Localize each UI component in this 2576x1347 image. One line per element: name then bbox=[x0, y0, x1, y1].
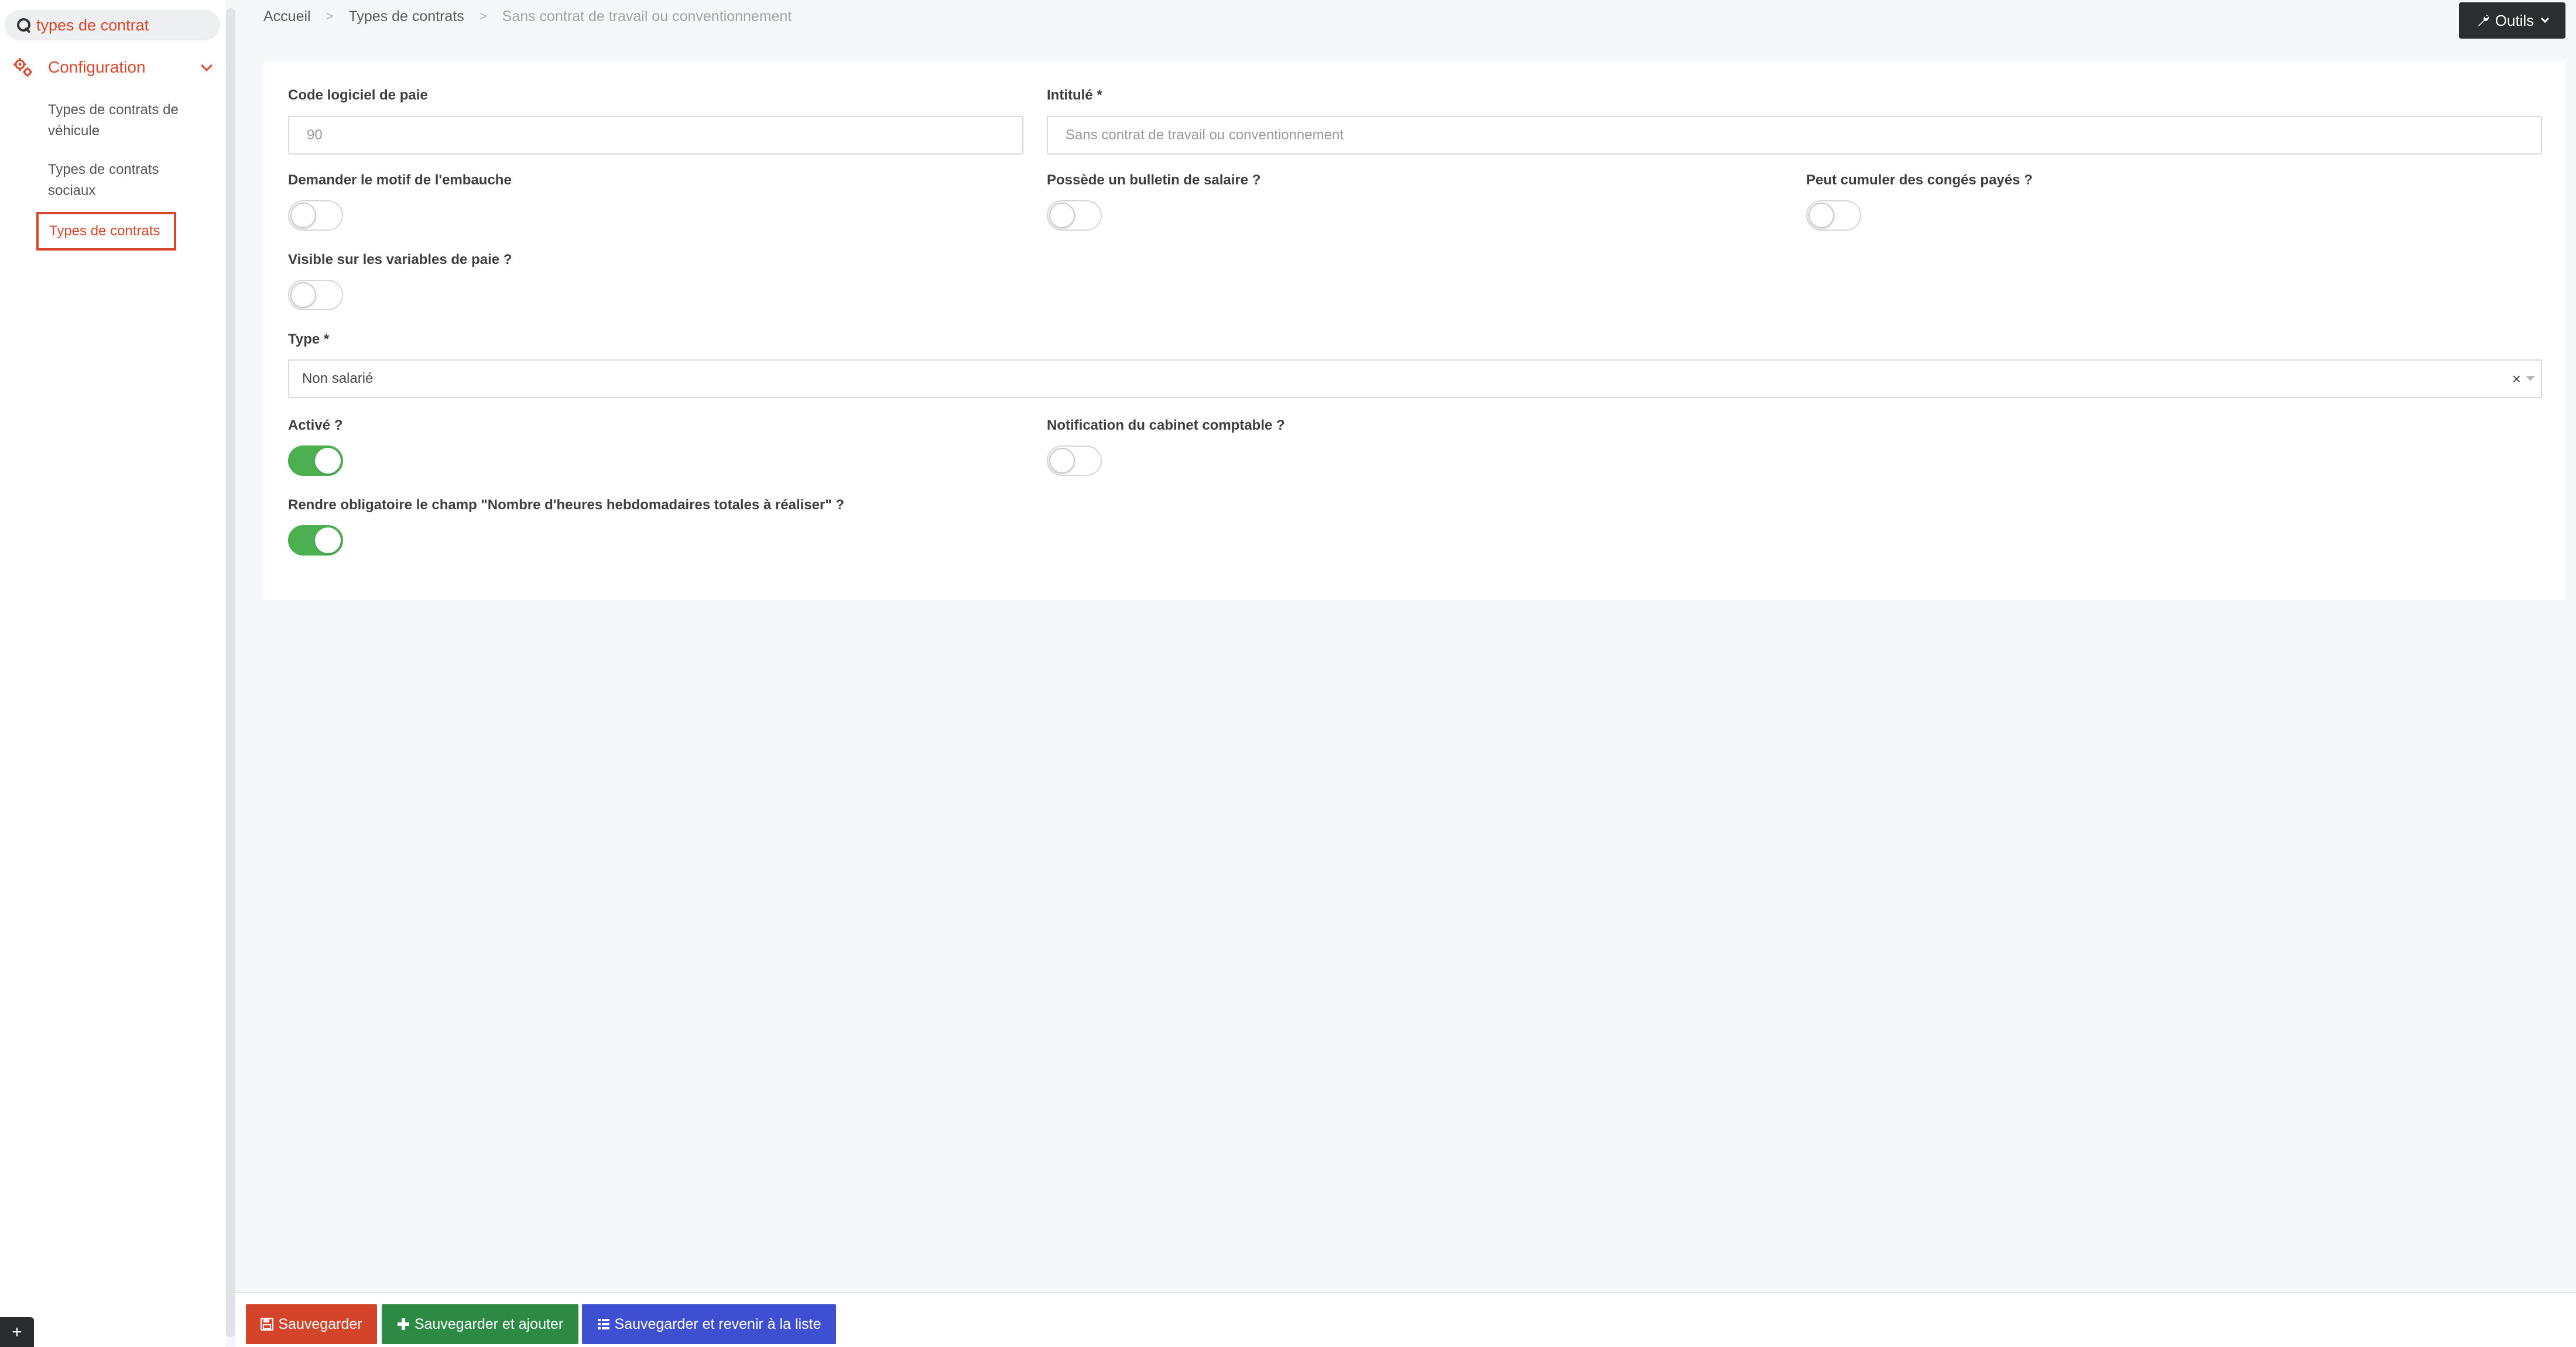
toggle-knob bbox=[1049, 448, 1075, 474]
sidebar-menu-label: Configuration bbox=[48, 58, 146, 76]
plus-icon bbox=[397, 1318, 409, 1330]
save-and-add-button[interactable]: Sauvegarder et ajouter bbox=[382, 1304, 578, 1344]
type-selected-value: Non salarié bbox=[302, 371, 374, 386]
save-and-return-button[interactable]: Sauvegarder et revenir à la liste bbox=[582, 1304, 836, 1344]
toggle-knob bbox=[290, 203, 316, 228]
notify-accounting-label: Notification du cabinet comptable ? bbox=[1047, 417, 1285, 433]
ask-reason-label: Demander le motif de l'embauche bbox=[288, 172, 512, 188]
chevron-down-icon bbox=[201, 60, 213, 71]
tools-button[interactable]: Outils bbox=[2459, 2, 2565, 39]
list-icon bbox=[597, 1319, 609, 1329]
breadcrumb-current: Sans contrat de travail ou conventionnem… bbox=[502, 8, 792, 25]
caret-down-icon bbox=[2541, 14, 2550, 23]
sidebar-item-contract-types[interactable]: Types de contrats bbox=[36, 212, 176, 251]
save-and-return-label: Sauvegarder et revenir à la liste bbox=[614, 1315, 821, 1332]
toggle-knob bbox=[1808, 203, 1834, 228]
sidebar-scrollbar[interactable] bbox=[226, 8, 235, 1337]
visible-vars-toggle[interactable] bbox=[288, 280, 343, 310]
toggle-knob bbox=[315, 448, 341, 474]
toggle-knob bbox=[1049, 203, 1075, 228]
toggle-knob bbox=[290, 282, 316, 308]
add-button[interactable]: + bbox=[0, 1317, 34, 1347]
require-hours-toggle[interactable] bbox=[288, 525, 343, 556]
sidebar-menu-configuration[interactable]: Configuration bbox=[13, 53, 218, 82]
save-and-add-label: Sauvegarder et ajouter bbox=[414, 1315, 564, 1332]
cumulate-leave-label: Peut cumuler des congés payés ? bbox=[1806, 172, 2033, 188]
visible-vars-label: Visible sur les variables de paie ? bbox=[288, 252, 512, 268]
title-input[interactable]: Sans contrat de travail ou conventionnem… bbox=[1047, 116, 2542, 155]
ask-reason-toggle[interactable] bbox=[288, 200, 343, 231]
breadcrumb: Accueil > Types de contrats > Sans contr… bbox=[263, 6, 792, 27]
sidebar-item-label: Types de contrats bbox=[49, 223, 160, 239]
wrench-icon bbox=[2478, 15, 2489, 26]
gears-icon bbox=[13, 58, 32, 77]
breadcrumb-home[interactable]: Accueil bbox=[263, 8, 311, 25]
tools-label: Outils bbox=[2495, 11, 2534, 29]
has-payslip-toggle[interactable] bbox=[1047, 200, 1102, 231]
breadcrumb-contract-types[interactable]: Types de contrats bbox=[348, 8, 464, 25]
toggle-knob bbox=[315, 527, 341, 553]
breadcrumb-separator: > bbox=[326, 9, 334, 23]
has-payslip-label: Possède un bulletin de salaire ? bbox=[1047, 172, 1261, 188]
code-input[interactable]: 90 bbox=[288, 116, 1023, 155]
title-label: Intitulé * bbox=[1047, 87, 1102, 103]
clear-icon[interactable]: × bbox=[2512, 370, 2521, 388]
sidebar-item-social-contract-types[interactable]: Types de contrats sociaux bbox=[48, 159, 200, 201]
form-card: Code logiciel de paie 90 Intitulé * Sans… bbox=[263, 61, 2565, 600]
active-label: Activé ? bbox=[288, 417, 343, 433]
code-label: Code logiciel de paie bbox=[288, 87, 428, 103]
type-label: Type * bbox=[288, 331, 330, 347]
notify-accounting-toggle[interactable] bbox=[1047, 445, 1102, 476]
sidebar-search[interactable] bbox=[5, 10, 220, 40]
save-label: Sauvegarder bbox=[278, 1315, 362, 1332]
dropdown-arrow-icon[interactable] bbox=[2526, 376, 2535, 381]
search-icon bbox=[16, 18, 32, 33]
cumulate-leave-toggle[interactable] bbox=[1806, 200, 1861, 231]
floppy-disk-icon bbox=[261, 1318, 274, 1331]
search-input[interactable] bbox=[36, 16, 212, 35]
require-hours-label: Rendre obligatoire le champ "Nombre d'he… bbox=[288, 497, 845, 513]
type-select[interactable]: Non salarié × bbox=[288, 359, 2542, 398]
sidebar-item-vehicle-contract-types[interactable]: Types de contrats de véhicule bbox=[48, 100, 200, 142]
breadcrumb-separator: > bbox=[479, 9, 487, 23]
sidebar: Configuration Types de contrats de véhic… bbox=[0, 0, 226, 1347]
active-toggle[interactable] bbox=[288, 445, 343, 476]
save-button[interactable]: Sauvegarder bbox=[246, 1304, 377, 1344]
